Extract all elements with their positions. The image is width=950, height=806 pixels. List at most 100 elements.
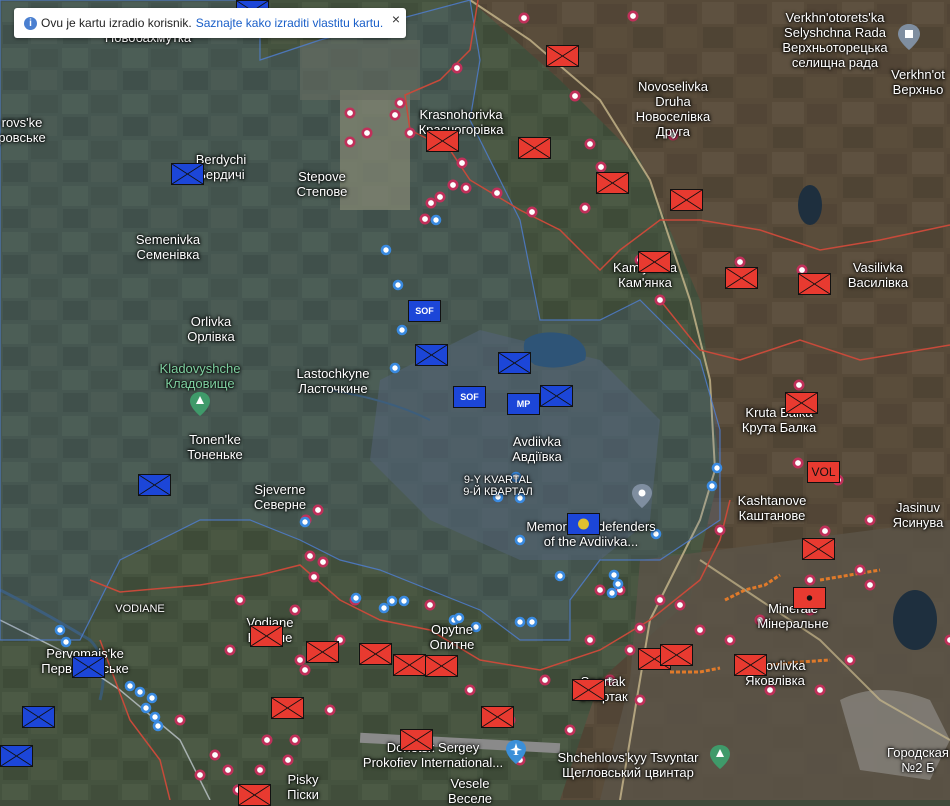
russian-unit-symbol[interactable] (785, 392, 818, 414)
ukrainian-position-marker[interactable] (386, 595, 398, 607)
russian-position-marker[interactable] (261, 734, 273, 746)
russian-unit-symbol[interactable] (393, 654, 426, 676)
russian-position-marker[interactable] (518, 12, 530, 24)
russian-position-marker[interactable] (234, 594, 246, 606)
ukrainian-unit-symbol[interactable] (498, 352, 531, 374)
ukrainian-unit-symbol[interactable] (540, 385, 573, 407)
ukrainian-position-marker[interactable] (526, 616, 538, 628)
close-icon[interactable]: × (392, 11, 400, 27)
russian-position-marker[interactable] (654, 294, 666, 306)
russian-unit-symbol[interactable] (596, 172, 629, 194)
learn-more-link[interactable]: Saznajte kako izraditi vlastitu kartu. (196, 16, 383, 30)
russian-unit-symbol[interactable] (546, 45, 579, 67)
ukrainian-position-marker[interactable] (396, 324, 408, 336)
russian-unit-symbol[interactable] (670, 189, 703, 211)
ukrainian-unit-symbol[interactable] (0, 745, 33, 767)
cemetery-pin-icon[interactable] (190, 392, 210, 416)
russian-position-marker[interactable] (564, 724, 576, 736)
ukrainian-position-marker[interactable] (389, 362, 401, 374)
russian-position-marker[interactable] (194, 769, 206, 781)
church-pin-icon[interactable] (898, 24, 920, 50)
russian-position-marker[interactable] (289, 604, 301, 616)
ukrainian-position-marker[interactable] (612, 578, 624, 590)
russian-unit-symbol[interactable] (481, 706, 514, 728)
ukrainian-special-unit-symbol[interactable] (567, 513, 600, 535)
russian-position-marker[interactable] (312, 504, 324, 516)
russian-position-marker[interactable] (425, 197, 437, 209)
ukrainian-position-marker[interactable] (606, 587, 618, 599)
russian-position-marker[interactable] (361, 127, 373, 139)
russian-position-marker[interactable] (674, 599, 686, 611)
russian-position-marker[interactable] (569, 90, 581, 102)
russian-position-marker[interactable] (584, 634, 596, 646)
russian-position-marker[interactable] (317, 556, 329, 568)
russian-position-marker[interactable] (282, 754, 294, 766)
russian-position-marker[interactable] (299, 664, 311, 676)
ukrainian-position-marker[interactable] (514, 534, 526, 546)
russian-position-marker[interactable] (584, 138, 596, 150)
russian-position-marker[interactable] (344, 136, 356, 148)
ukrainian-position-marker[interactable] (134, 686, 146, 698)
russian-unit-symbol[interactable] (250, 625, 283, 647)
russian-unit-symbol[interactable] (725, 267, 758, 289)
ukrainian-unit-symbol[interactable] (415, 344, 448, 366)
russian-position-marker[interactable] (694, 624, 706, 636)
ukrainian-position-marker[interactable] (608, 569, 620, 581)
ukrainian-position-marker[interactable] (514, 616, 526, 628)
ukrainian-position-marker[interactable] (299, 516, 311, 528)
ukrainian-position-marker[interactable] (152, 720, 164, 732)
russian-position-marker[interactable] (844, 654, 856, 666)
russian-position-marker[interactable] (424, 599, 436, 611)
russian-position-marker[interactable] (654, 594, 666, 606)
russian-position-marker[interactable] (344, 107, 356, 119)
russian-unit-symbol[interactable] (572, 679, 605, 701)
ukrainian-mp-unit-symbol[interactable]: MP (507, 393, 540, 415)
ukrainian-position-marker[interactable] (392, 279, 404, 291)
russian-unit-symbol[interactable] (518, 137, 551, 159)
russian-unit-symbol[interactable] (638, 251, 671, 273)
russian-unit-symbol[interactable] (238, 784, 271, 806)
russian-position-marker[interactable] (792, 457, 804, 469)
russian-position-marker[interactable] (595, 161, 607, 173)
russian-unit-symbol[interactable] (802, 538, 835, 560)
ukrainian-position-marker[interactable] (430, 214, 442, 226)
ukrainian-position-marker[interactable] (398, 595, 410, 607)
russian-position-marker[interactable] (627, 10, 639, 22)
ukrainian-position-marker[interactable] (706, 480, 718, 492)
russian-position-marker[interactable] (814, 684, 826, 696)
russian-unit-symbol[interactable] (660, 644, 693, 666)
russian-position-marker[interactable] (254, 764, 266, 776)
ukrainian-position-marker[interactable] (711, 462, 723, 474)
ukrainian-position-marker[interactable] (124, 680, 136, 692)
russian-unit-symbol[interactable] (271, 697, 304, 719)
russian-position-marker[interactable] (447, 179, 459, 191)
russian-position-marker[interactable] (389, 109, 401, 121)
russian-position-marker[interactable] (404, 127, 416, 139)
russian-unit-symbol[interactable] (400, 729, 433, 751)
russian-position-marker[interactable] (308, 571, 320, 583)
ukrainian-unit-symbol[interactable] (138, 474, 171, 496)
ukrainian-position-marker[interactable] (380, 244, 392, 256)
ukrainian-position-marker[interactable] (140, 702, 152, 714)
ukrainian-unit-symbol[interactable] (171, 163, 204, 185)
ukrainian-position-marker[interactable] (350, 592, 362, 604)
russian-position-marker[interactable] (864, 514, 876, 526)
russian-position-marker[interactable] (624, 644, 636, 656)
russian-position-marker[interactable] (289, 734, 301, 746)
russian-position-marker[interactable] (734, 256, 746, 268)
russian-position-marker[interactable] (634, 694, 646, 706)
ukrainian-position-marker[interactable] (554, 570, 566, 582)
russian-position-marker[interactable] (714, 524, 726, 536)
russian-position-marker[interactable] (579, 202, 591, 214)
russian-position-marker[interactable] (854, 564, 866, 576)
russian-position-marker[interactable] (451, 62, 463, 74)
russian-position-marker[interactable] (394, 97, 406, 109)
airport-pin-icon[interactable] (506, 740, 526, 764)
ukrainian-sof-unit-symbol[interactable]: SOF (453, 386, 486, 408)
russian-position-marker[interactable] (174, 714, 186, 726)
russian-unit-symbol[interactable] (426, 130, 459, 152)
ukrainian-position-marker[interactable] (149, 711, 161, 723)
russian-position-marker[interactable] (294, 654, 306, 666)
russian-position-marker[interactable] (224, 644, 236, 656)
russian-position-marker[interactable] (491, 187, 503, 199)
